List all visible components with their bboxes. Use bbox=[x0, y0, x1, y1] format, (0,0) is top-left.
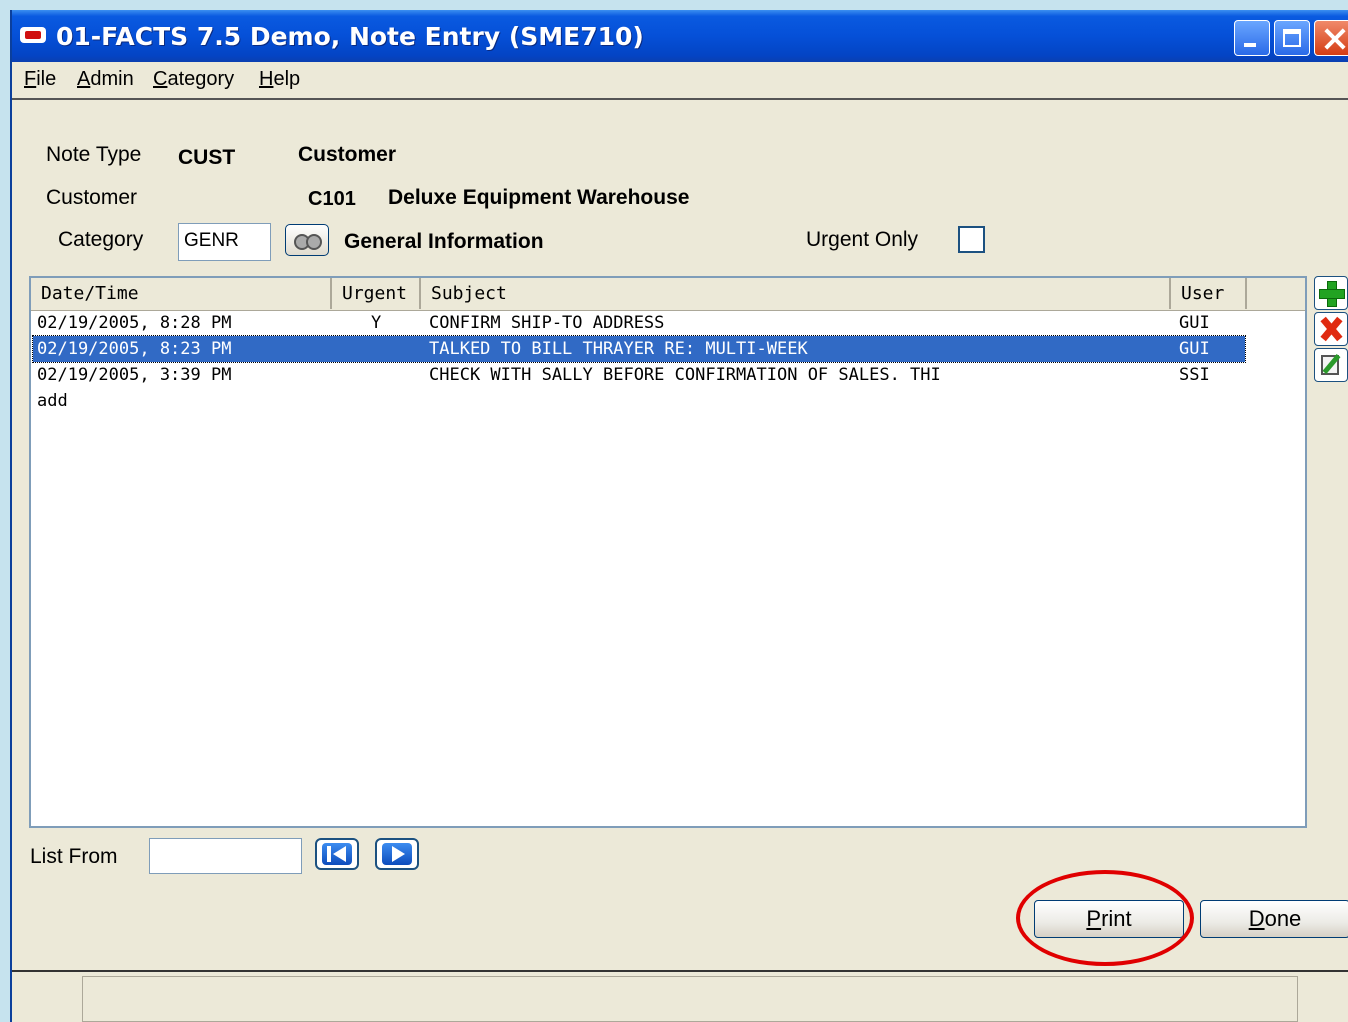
cell-subject: TALKED TO BILL THRAYER RE: MULTI-WEEK bbox=[429, 339, 808, 359]
cell-datetime: 02/19/2005, 8:23 PM bbox=[37, 339, 232, 359]
column-header-urgent[interactable]: Urgent bbox=[332, 278, 421, 309]
notes-table[interactable]: Date/Time Urgent Subject User 02/19/2005… bbox=[29, 276, 1307, 828]
cell-user: GUI bbox=[1179, 313, 1210, 333]
cell-subject: CHECK WITH SALLY BEFORE CONFIRMATION OF … bbox=[429, 365, 941, 385]
category-label: Category bbox=[58, 228, 144, 251]
menu-category[interactable]: Category bbox=[153, 68, 234, 91]
column-header-datetime[interactable]: Date/Time bbox=[31, 278, 332, 309]
first-page-icon[interactable] bbox=[315, 838, 359, 870]
table-row[interactable]: 02/19/2005, 3:39 PM CHECK WITH SALLY BEF… bbox=[33, 362, 1245, 388]
add-row[interactable]: add bbox=[33, 388, 1245, 414]
menu-file[interactable]: File bbox=[24, 68, 56, 91]
table-header: Date/Time Urgent Subject User bbox=[31, 278, 1305, 311]
column-header-user[interactable]: User bbox=[1171, 278, 1247, 309]
menu-bar: File Admin Category Help bbox=[12, 62, 1348, 100]
menu-admin[interactable]: Admin bbox=[77, 68, 134, 91]
customer-label: Customer bbox=[46, 186, 138, 209]
edit-note-icon[interactable] bbox=[1314, 348, 1348, 382]
status-divider bbox=[12, 970, 1348, 972]
delete-note-icon[interactable] bbox=[1314, 312, 1348, 346]
cell-user: SSI bbox=[1179, 365, 1210, 385]
menu-help[interactable]: Help bbox=[259, 68, 300, 91]
customer-name: Deluxe Equipment Warehouse bbox=[388, 186, 690, 209]
minimize-button[interactable] bbox=[1234, 20, 1270, 56]
list-from-label: List From bbox=[30, 845, 118, 868]
highlight-circle bbox=[1016, 870, 1194, 966]
status-bar bbox=[82, 976, 1298, 1022]
note-type-label: Note Type bbox=[46, 143, 142, 166]
cell-datetime: 02/19/2005, 3:39 PM bbox=[37, 365, 232, 385]
window-title: 01-FACTS 7.5 Demo, Note Entry (SME710) bbox=[56, 22, 644, 51]
note-type-description: Customer bbox=[298, 143, 397, 166]
cell-datetime: 02/19/2005, 8:28 PM bbox=[37, 313, 232, 333]
note-entry-window: 01-FACTS 7.5 Demo, Note Entry (SME710) F… bbox=[10, 10, 1348, 1022]
title-bar[interactable]: 01-FACTS 7.5 Demo, Note Entry (SME710) bbox=[12, 10, 1348, 62]
category-input[interactable]: GENR bbox=[178, 223, 271, 261]
customer-id: C101 bbox=[308, 188, 356, 210]
cell-subject: CONFIRM SHIP-TO ADDRESS bbox=[429, 313, 665, 333]
binoculars-icon[interactable] bbox=[285, 224, 329, 256]
app-icon[interactable] bbox=[20, 27, 46, 43]
table-row[interactable]: 02/19/2005, 8:28 PM Y CONFIRM SHIP-TO AD… bbox=[33, 310, 1245, 336]
note-type-value: CUST bbox=[178, 146, 236, 169]
maximize-button[interactable] bbox=[1274, 20, 1310, 56]
category-description: General Information bbox=[344, 230, 544, 253]
done-button[interactable]: Done bbox=[1200, 900, 1348, 938]
cell-user: GUI bbox=[1179, 339, 1210, 359]
urgent-only-checkbox[interactable] bbox=[958, 226, 985, 253]
add-note-icon[interactable] bbox=[1314, 276, 1348, 310]
add-row-label: add bbox=[37, 391, 68, 411]
next-page-icon[interactable] bbox=[375, 838, 419, 870]
close-button[interactable] bbox=[1314, 20, 1348, 56]
table-row-selected[interactable]: 02/19/2005, 8:23 PM TALKED TO BILL THRAY… bbox=[32, 335, 1246, 363]
urgent-only-label: Urgent Only bbox=[806, 228, 919, 251]
cell-urgent: Y bbox=[371, 313, 382, 333]
list-from-input[interactable] bbox=[149, 838, 302, 874]
column-header-subject[interactable]: Subject bbox=[421, 278, 1171, 309]
